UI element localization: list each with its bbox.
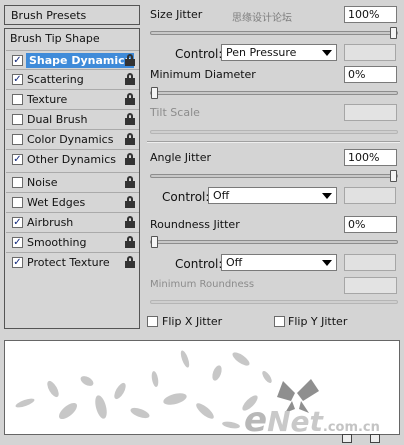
airbrush-checkbox[interactable]: ✓ <box>12 217 23 228</box>
brush-tip-shape-item[interactable]: Brush Tip Shape <box>10 32 100 45</box>
lock-icon[interactable] <box>125 196 135 209</box>
other-dynamics-label: Other Dynamics <box>27 153 116 166</box>
shape-dynamics-checkbox[interactable]: ✓ <box>12 55 23 66</box>
option-shape-dynamics[interactable]: ✓ Shape Dynamics <box>6 50 139 69</box>
color-dynamics-checkbox[interactable] <box>12 134 23 145</box>
minimum-roundness-input <box>344 277 397 294</box>
control-label: Control: <box>175 257 223 271</box>
protect-texture-label: Protect Texture <box>27 256 110 269</box>
size-jitter-control-field <box>344 44 396 61</box>
logo-net: Net <box>267 405 323 438</box>
lock-icon[interactable] <box>125 153 135 166</box>
lock-icon[interactable] <box>125 93 135 106</box>
chevron-down-icon <box>322 260 332 266</box>
minimum-diameter-input[interactable]: 0% <box>344 66 397 83</box>
roundness-jitter-control-value: Off <box>226 256 243 269</box>
tilt-scale-slider <box>150 130 398 134</box>
option-airbrush[interactable]: ✓ Airbrush <box>6 212 139 231</box>
smoothing-checkbox[interactable]: ✓ <box>12 237 23 248</box>
brush-options-list: Brush Tip Shape ✓ Shape Dynamics ✓ Scatt… <box>4 28 140 329</box>
color-dynamics-label: Color Dynamics <box>27 133 114 146</box>
option-color-dynamics[interactable]: Color Dynamics <box>6 129 139 148</box>
airbrush-label: Airbrush <box>27 216 74 229</box>
lock-icon[interactable] <box>125 176 135 189</box>
brush-presets-label: Brush Presets <box>11 9 87 22</box>
lock-icon[interactable] <box>125 113 135 126</box>
roundness-jitter-label: Roundness Jitter <box>150 218 240 231</box>
panel-corner-icons <box>340 434 400 445</box>
trash-icon[interactable] <box>370 434 380 443</box>
lock-icon[interactable] <box>125 236 135 249</box>
tilt-scale-label: Tilt Scale <box>150 106 200 119</box>
smoothing-label: Smoothing <box>27 236 87 249</box>
size-jitter-label: Size Jitter <box>150 8 203 21</box>
logo-e: e <box>244 400 268 440</box>
wet-edges-label: Wet Edges <box>27 196 86 209</box>
lock-icon[interactable] <box>125 133 135 146</box>
texture-checkbox[interactable] <box>12 94 23 105</box>
option-protect-texture[interactable]: ✓ Protect Texture <box>6 252 139 271</box>
option-noise[interactable]: Noise <box>6 172 139 191</box>
section-divider <box>147 141 400 143</box>
tilt-scale-input <box>344 104 397 121</box>
shape-dynamics-label: Shape Dynamics <box>26 53 135 68</box>
size-jitter-thumb[interactable] <box>390 27 397 39</box>
chevron-down-icon <box>322 50 332 56</box>
lock-icon[interactable] <box>125 216 135 229</box>
angle-jitter-control-field <box>344 187 396 204</box>
angle-jitter-control-select[interactable]: Off <box>208 187 337 204</box>
size-jitter-control-value: Pen Pressure <box>226 46 297 59</box>
option-dual-brush[interactable]: Dual Brush <box>6 109 139 128</box>
dual-brush-label: Dual Brush <box>27 113 88 126</box>
flip-y-checkbox[interactable] <box>274 316 285 327</box>
site-watermark: 思缘设计论坛 <box>232 13 292 24</box>
brush-presets-button[interactable]: Brush Presets <box>4 5 140 25</box>
control-label: Control: <box>162 190 210 204</box>
angle-jitter-label: Angle Jitter <box>150 151 212 164</box>
angle-jitter-input[interactable]: 100% <box>344 149 397 166</box>
noise-checkbox[interactable] <box>12 177 23 188</box>
protect-texture-checkbox[interactable]: ✓ <box>12 257 23 268</box>
minimum-diameter-thumb[interactable] <box>151 87 158 99</box>
option-other-dynamics[interactable]: ✓ Other Dynamics <box>6 149 139 168</box>
option-smoothing[interactable]: ✓ Smoothing <box>6 232 139 251</box>
flip-x-label: Flip X Jitter <box>162 315 223 328</box>
option-texture[interactable]: Texture <box>6 89 139 108</box>
texture-label: Texture <box>27 93 68 106</box>
logo-domain: .com.cn <box>322 420 380 435</box>
roundness-jitter-slider[interactable] <box>150 236 398 248</box>
lock-icon[interactable] <box>125 54 135 67</box>
flip-x-checkbox[interactable] <box>147 316 158 327</box>
new-preset-icon[interactable] <box>342 434 352 443</box>
scattering-checkbox[interactable]: ✓ <box>12 74 23 85</box>
lock-icon[interactable] <box>125 73 135 86</box>
option-scattering[interactable]: ✓ Scattering <box>6 69 139 88</box>
angle-jitter-control-value: Off <box>213 189 230 202</box>
roundness-jitter-thumb[interactable] <box>151 236 158 248</box>
roundness-jitter-control-field <box>344 254 396 271</box>
angle-jitter-slider[interactable] <box>150 170 398 182</box>
minimum-diameter-slider[interactable] <box>150 87 398 99</box>
dual-brush-checkbox[interactable] <box>12 114 23 125</box>
angle-jitter-thumb[interactable] <box>390 170 397 182</box>
size-jitter-input[interactable]: 100% <box>344 6 397 23</box>
lock-icon[interactable] <box>125 256 135 269</box>
wet-edges-checkbox[interactable] <box>12 197 23 208</box>
scattering-label: Scattering <box>27 73 84 86</box>
size-jitter-control-select[interactable]: Pen Pressure <box>221 44 337 61</box>
other-dynamics-checkbox[interactable]: ✓ <box>12 154 23 165</box>
size-jitter-slider[interactable] <box>150 27 398 39</box>
control-label: Control: <box>175 47 223 61</box>
option-wet-edges[interactable]: Wet Edges <box>6 192 139 211</box>
roundness-jitter-control-select[interactable]: Off <box>221 254 337 271</box>
minimum-roundness-label: Minimum Roundness <box>150 279 255 290</box>
chevron-down-icon <box>322 193 332 199</box>
minimum-diameter-label: Minimum Diameter <box>150 68 256 81</box>
flip-y-label: Flip Y Jitter <box>288 315 348 328</box>
minimum-roundness-slider <box>150 300 398 304</box>
noise-label: Noise <box>27 176 58 189</box>
roundness-jitter-input[interactable]: 0% <box>344 216 397 233</box>
